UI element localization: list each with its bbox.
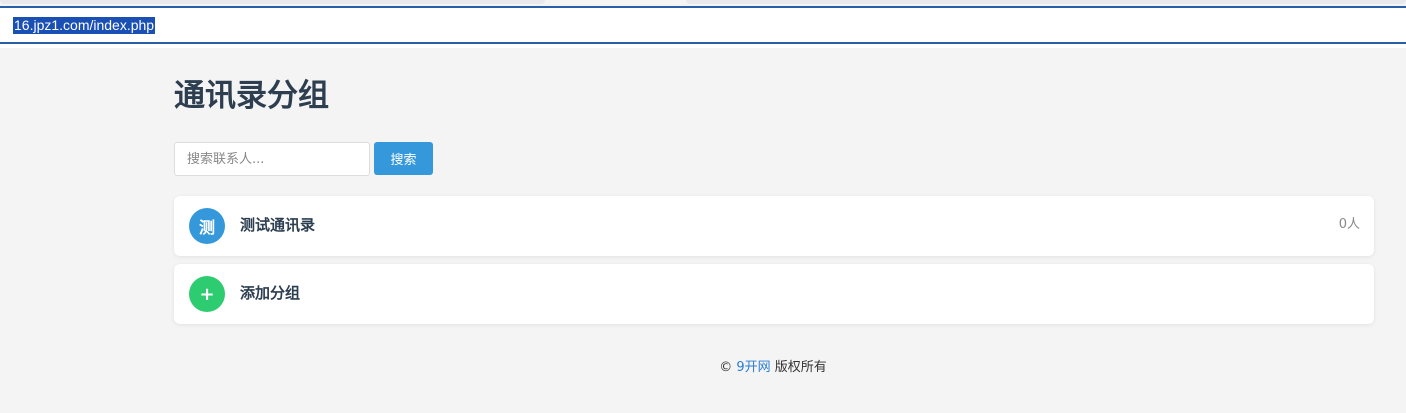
browser-tab[interactable] (0, 0, 545, 4)
address-bar-divider (0, 44, 1406, 48)
footer: © 9开网 版权所有 (0, 356, 1406, 375)
group-avatar: 测 (189, 208, 225, 244)
group-member-count: 0人 (1338, 217, 1360, 232)
search-input[interactable] (174, 142, 370, 176)
add-group-card[interactable]: + 添加分组 (174, 264, 1374, 324)
page-title: 通讯录分组 (174, 78, 329, 114)
browser-tab[interactable] (686, 0, 1406, 4)
footer-site-link[interactable]: 9开网 (736, 360, 770, 375)
copyright-symbol: © (719, 360, 733, 375)
address-bar-url[interactable]: 16.jpz1.com/index.php (13, 17, 156, 34)
plus-icon: + (189, 276, 225, 312)
group-name: 测试通讯录 (240, 216, 316, 234)
group-card-test-contacts[interactable]: 测 测试通讯录 0人 (174, 196, 1374, 256)
address-bar[interactable]: 16.jpz1.com/index.php (0, 6, 1406, 44)
search-button[interactable]: 搜索 (374, 142, 433, 175)
footer-rights: 版权所有 (774, 360, 827, 375)
add-group-label: 添加分组 (240, 284, 301, 302)
